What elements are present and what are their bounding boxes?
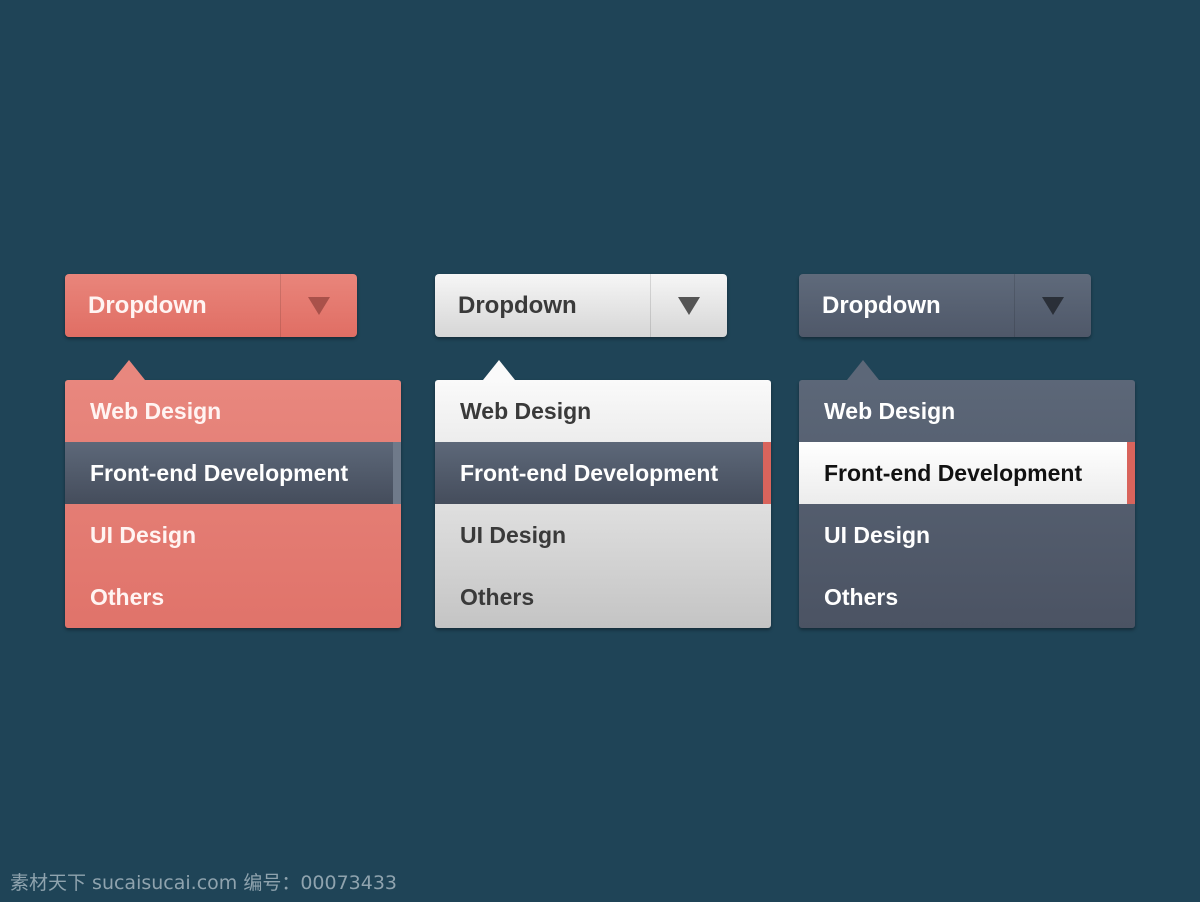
- menu-item-ui-design[interactable]: UI Design: [799, 504, 1135, 566]
- dropdown-button[interactable]: Dropdown: [435, 274, 727, 337]
- dropdown-menu: Web Design Front-end Development UI Desi…: [435, 360, 771, 628]
- dropdown-menu: Web Design Front-end Development UI Desi…: [799, 360, 1135, 628]
- menu-item-front-end-development[interactable]: Front-end Development: [65, 442, 401, 504]
- watermark: 素材天下 sucaisucai.com 编号：00073433: [10, 872, 398, 894]
- menu-item-front-end-development[interactable]: Front-end Development: [799, 442, 1135, 504]
- menu-item-ui-design[interactable]: UI Design: [435, 504, 771, 566]
- dropdown-label: Dropdown: [88, 291, 207, 319]
- menu-item-others[interactable]: Others: [65, 566, 401, 628]
- menu-item-web-design[interactable]: Web Design: [799, 380, 1135, 442]
- dropdown-label: Dropdown: [458, 291, 577, 319]
- menu-item-web-design[interactable]: Web Design: [65, 380, 401, 442]
- caret-toggle[interactable]: [280, 274, 357, 337]
- dropdown-button[interactable]: Dropdown: [799, 274, 1091, 337]
- menu-item-ui-design[interactable]: UI Design: [65, 504, 401, 566]
- caret-toggle[interactable]: [650, 274, 727, 337]
- caret-toggle[interactable]: [1014, 274, 1091, 337]
- menu-item-others[interactable]: Others: [799, 566, 1135, 628]
- menu-item-others[interactable]: Others: [435, 566, 771, 628]
- dropdown-menu: Web Design Front-end Development UI Desi…: [65, 360, 401, 628]
- dropdown-label: Dropdown: [822, 291, 941, 319]
- triangle-down-icon: [308, 296, 330, 315]
- menu-item-web-design[interactable]: Web Design: [435, 380, 771, 442]
- menu-item-front-end-development[interactable]: Front-end Development: [435, 442, 771, 504]
- triangle-down-icon: [1042, 296, 1064, 315]
- dropdown-button[interactable]: Dropdown: [65, 274, 357, 337]
- triangle-down-icon: [678, 296, 700, 315]
